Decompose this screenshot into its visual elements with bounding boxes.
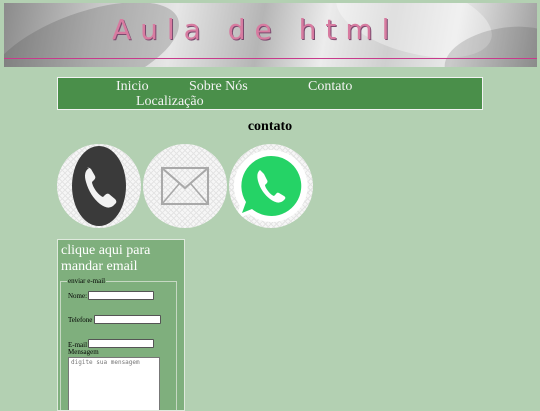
page-heading: contato	[247, 119, 293, 134]
telefone-label: Telefone	[68, 316, 93, 324]
email-field[interactable]	[88, 339, 154, 348]
email-contact-link[interactable]	[143, 144, 227, 228]
email-form-legend: enviar e-mail	[68, 277, 106, 285]
nav-link-sobre-nos[interactable]: Sobre Nós	[189, 79, 248, 95]
nav-link-contato[interactable]: Contato	[308, 79, 352, 95]
nav-bar: Inicio Sobre Nós Contato Localização	[57, 77, 483, 110]
email-panel: clique aqui para mandar email enviar e-m…	[57, 239, 185, 411]
phone-icon	[72, 146, 126, 226]
whatsapp-contact-link[interactable]	[229, 144, 313, 228]
header-banner: Aula de html	[4, 3, 537, 67]
nav-link-inicio[interactable]: Inicio	[116, 79, 149, 95]
phone-contact-link[interactable]	[57, 144, 141, 228]
envelope-icon	[161, 167, 209, 205]
mensagem-textarea[interactable]	[68, 357, 160, 410]
nav-link-localizacao[interactable]: Localização	[136, 94, 204, 110]
banner-title: Aula de html	[112, 13, 399, 46]
email-form: enviar e-mail Nome: Telefone E-mail Mens…	[60, 277, 177, 410]
telefone-field[interactable]	[94, 315, 161, 324]
banner-divider	[4, 58, 537, 59]
mensagem-label: Mensagem	[68, 348, 99, 356]
nome-label: Nome:	[68, 292, 88, 300]
whatsapp-icon	[233, 149, 308, 222]
nome-field[interactable]	[88, 291, 154, 300]
email-panel-title[interactable]: clique aqui para mandar email	[61, 243, 179, 275]
